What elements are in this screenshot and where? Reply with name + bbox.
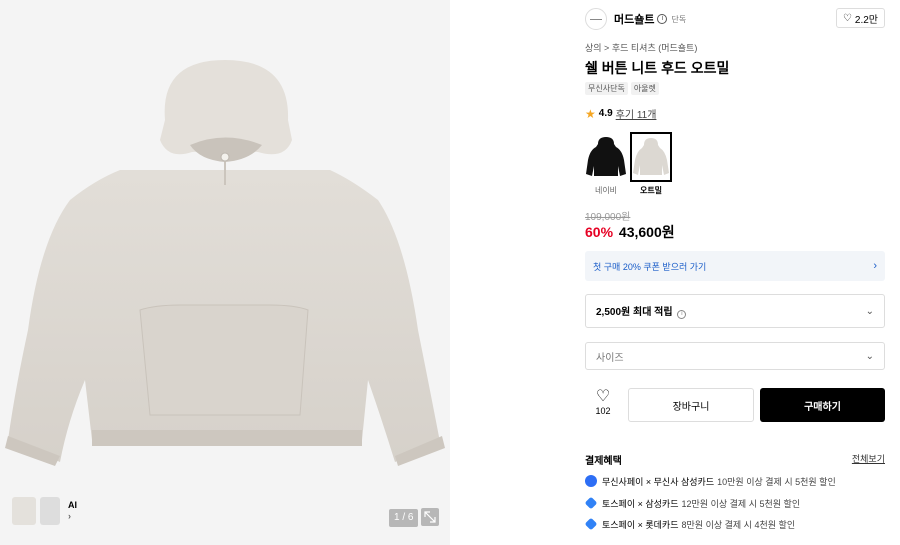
star-icon: ★ <box>585 106 596 121</box>
musinsa-pay-icon <box>585 475 597 487</box>
payment-benefit-row: 토스페이 × 롯데카드 8만원 이상 결제 시 4천원 할인 <box>584 517 885 531</box>
color-swatch-navy[interactable] <box>585 132 627 182</box>
image-pager: 1 / 6 <box>389 509 419 527</box>
chevron-down-icon: ⌄ <box>865 305 874 317</box>
payment-benefit-row: 무신사페이 × 무신사 삼성카드 10만원 이상 결제 시 5천원 할인 <box>585 474 885 488</box>
toss-pay-icon <box>584 496 598 510</box>
rating: ★ 4.9 후기 11개 <box>585 106 657 122</box>
brand-row: 머드숄트 i 단독 ♡ 2.2만 <box>585 8 885 30</box>
badge: 아울렛 <box>630 82 659 95</box>
sale-price: 43,600원 <box>618 224 675 240</box>
color-swatch-oatmeal[interactable] <box>630 132 672 182</box>
color-label: 네이비 <box>594 186 618 195</box>
brand-like-count: 2.2만 <box>854 14 878 26</box>
points-dropdown[interactable]: 2,500원 최대 적립 i ⌄ <box>585 294 885 328</box>
payment-benefits-title: 결제혜택 <box>585 456 622 467</box>
info-icon[interactable]: i <box>657 14 668 24</box>
ai-label: AI <box>68 500 77 510</box>
color-label: 오트밀 <box>639 186 663 195</box>
view-all-link[interactable]: 전체보기 <box>852 452 885 465</box>
size-placeholder: 사이즈 <box>596 352 624 364</box>
buy-now-button[interactable]: 구매하기 <box>760 388 885 422</box>
thumbnail-image[interactable] <box>12 497 36 525</box>
reviews-link[interactable]: 후기 11개 <box>616 106 657 121</box>
thumbnail-strip: AI › <box>12 497 77 525</box>
brand-tag: 단독 <box>671 14 687 24</box>
payment-benefit-row: 토스페이 × 삼성카드 12만원 이상 결제 시 5천원 할인 <box>584 496 885 510</box>
size-select[interactable]: 사이즈 ⌄ <box>585 342 885 370</box>
benefit-desc: 10만원 이상 결제 시 5천원 할인 <box>717 476 836 487</box>
price-row: 60% 43,600원 <box>585 222 675 242</box>
original-price: 109,000원 <box>585 212 631 223</box>
breadcrumb[interactable]: 상의 > 후드 티셔츠 (머드숄트) <box>585 41 697 54</box>
chevron-right-icon: › <box>873 260 877 272</box>
benefit-desc: 8만원 이상 결제 시 4천원 할인 <box>681 519 796 530</box>
expand-icon[interactable] <box>421 508 439 526</box>
toss-pay-icon <box>584 517 598 531</box>
coupon-text: 첫 구매 20% 쿠폰 받으러 가기 <box>593 261 707 272</box>
product-badges: 무신사단독 아울렛 <box>585 82 659 95</box>
chevron-down-icon: ⌄ <box>865 350 874 362</box>
product-title: 쉘 버튼 니트 후드 오트밀 <box>585 60 730 76</box>
points-text: 2,500원 최대 적립 <box>596 307 673 318</box>
thumbnail-image[interactable] <box>40 497 60 525</box>
rating-score: 4.9 <box>598 108 613 119</box>
chevron-right-icon: › <box>68 511 71 521</box>
heart-icon: ♡ <box>595 388 611 405</box>
wishlist-button[interactable]: ♡ 102 <box>585 388 621 422</box>
benefit-name: 무신사페이 × 무신사 삼성카드 <box>602 476 715 487</box>
ai-badge[interactable]: AI › <box>68 500 77 522</box>
add-to-cart-button[interactable]: 장바구니 <box>628 388 754 422</box>
product-gallery[interactable]: AI › 1 / 6 <box>0 0 450 545</box>
product-info-panel: 머드숄트 i 단독 ♡ 2.2만 상의 > 후드 티셔츠 (머드숄트) 쉘 버튼… <box>584 0 885 545</box>
brand-logo[interactable] <box>585 8 607 30</box>
product-image <box>5 60 445 466</box>
brand-name[interactable]: 머드숄트 <box>614 11 654 27</box>
brand-like-button[interactable]: ♡ 2.2만 <box>835 8 885 28</box>
benefit-name: 토스페이 × 삼성카드 <box>602 498 679 509</box>
benefit-name: 토스페이 × 롯데카드 <box>602 519 679 530</box>
discount-rate: 60% <box>585 224 614 240</box>
heart-icon: ♡ <box>842 12 852 24</box>
benefit-desc: 12만원 이상 결제 시 5천원 할인 <box>681 498 801 509</box>
coupon-banner[interactable]: 첫 구매 20% 쿠폰 받으러 가기 › <box>585 251 885 281</box>
wishlist-count: 102 <box>595 406 611 416</box>
badge: 무신사단독 <box>585 82 628 95</box>
info-icon[interactable]: i <box>677 310 687 319</box>
